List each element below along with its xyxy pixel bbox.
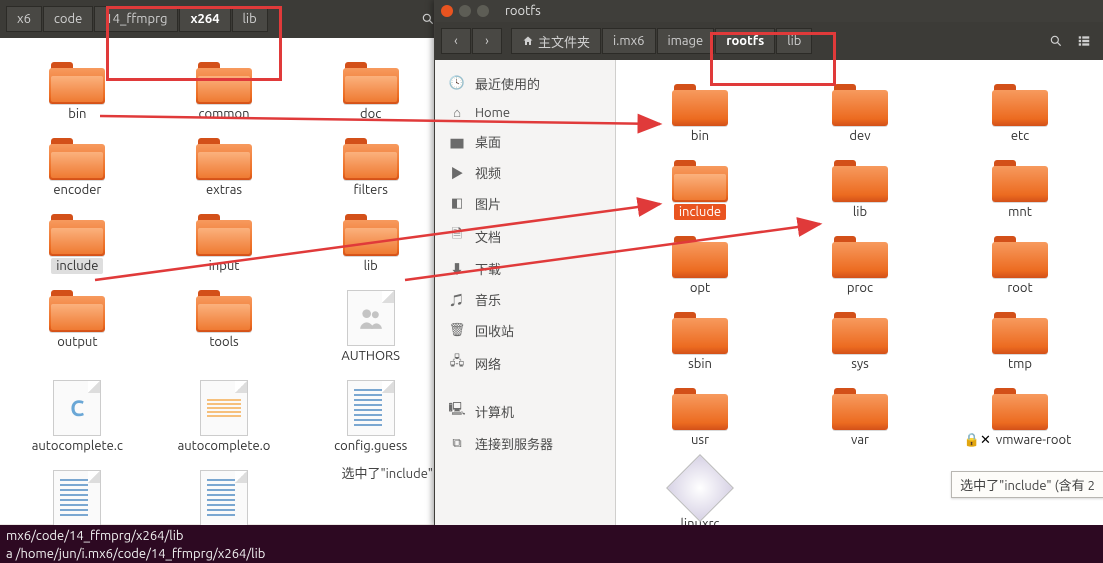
folder-encoder[interactable]: encoder: [4, 128, 151, 204]
folder-usr[interactable]: usr: [620, 378, 780, 454]
folder-lib[interactable]: lib: [780, 150, 940, 226]
crumb[interactable]: i.mx6: [602, 28, 655, 54]
window-x264: x6 code 14_ffmprg x264 lib bin common do…: [0, 0, 448, 524]
file-txt-1[interactable]: [4, 460, 151, 534]
folder-common[interactable]: common: [151, 52, 298, 128]
file-grid-left: bin common doc encoder extras filters in…: [0, 38, 448, 524]
folder-include[interactable]: include: [620, 150, 780, 226]
file-autocomplete-o[interactable]: autocomplete.o: [151, 370, 298, 460]
toolbar-left: x6 code 14_ffmprg x264 lib: [0, 0, 448, 38]
toolbar-right: ‹ › 主文件夹 i.mx6 image rootfs lib: [435, 22, 1103, 60]
image-icon: ◧: [449, 196, 465, 211]
sidebar-trash[interactable]: 🗑回收站: [435, 315, 615, 346]
folder-sys[interactable]: sys: [780, 302, 940, 378]
x-badge-icon: ✕: [980, 433, 991, 447]
home-crumb[interactable]: 主文件夹: [511, 28, 601, 54]
folder-proc[interactable]: proc: [780, 226, 940, 302]
folder-extras[interactable]: extras: [151, 128, 298, 204]
status-right: 选中了"include" (含有 2: [951, 471, 1103, 498]
crumb[interactable]: 14_ffmprg: [94, 6, 178, 32]
sidebar-computer[interactable]: 🖳计算机: [435, 394, 615, 428]
sidebar-network[interactable]: 🖧网络: [435, 346, 615, 380]
file-authors[interactable]: AUTHORS: [297, 280, 444, 370]
search-icon[interactable]: [1042, 28, 1070, 54]
forward-button[interactable]: ›: [472, 28, 502, 54]
file-txt-2[interactable]: [151, 460, 298, 534]
crumb[interactable]: code: [43, 6, 93, 32]
folder-lib[interactable]: lib: [297, 204, 444, 280]
crumb[interactable]: lib: [232, 6, 268, 32]
sidebar-recent[interactable]: 🕓最近使用的: [435, 68, 615, 99]
folder-root[interactable]: root: [940, 226, 1100, 302]
sidebar-downloads[interactable]: ⬇下载: [435, 253, 615, 284]
trash-icon: 🗑: [449, 323, 465, 338]
window-rootfs: rootfs ‹ › 主文件夹 i.mx6 image rootfs lib 🕓…: [434, 0, 1103, 526]
sidebar-music[interactable]: ♫音乐: [435, 284, 615, 315]
folder-bin[interactable]: bin: [4, 52, 151, 128]
folder-etc[interactable]: etc: [940, 74, 1100, 150]
terminal[interactable]: mx6/code/14_ffmprg/x264/lib a /home/jun/…: [0, 525, 1103, 563]
network-icon: 🖧: [449, 352, 465, 374]
server-icon: ⧉: [449, 436, 465, 451]
folder-mnt[interactable]: mnt: [940, 150, 1100, 226]
home-icon: ⌂: [449, 105, 465, 120]
crumb[interactable]: lib: [776, 28, 812, 54]
folder-tmp[interactable]: tmp: [940, 302, 1100, 378]
doc-icon: 🗎: [449, 225, 465, 247]
folder-dev[interactable]: dev: [780, 74, 940, 150]
crumb-current[interactable]: x264: [179, 6, 230, 32]
maximize-icon[interactable]: [477, 5, 489, 17]
folder-tools[interactable]: tools: [151, 280, 298, 370]
computer-icon: 🖳: [449, 400, 465, 422]
file-config-guess[interactable]: config.guess: [297, 370, 444, 460]
music-icon: ♫: [449, 290, 465, 309]
folder-vmware-root[interactable]: 🔒✕vmware-root: [940, 378, 1100, 454]
close-icon[interactable]: [441, 5, 453, 17]
folder-filters[interactable]: filters: [297, 128, 444, 204]
sidebar-connect-server[interactable]: ⧉连接到服务器: [435, 428, 615, 459]
titlebar: rootfs: [435, 0, 1103, 22]
places-sidebar: 🕓最近使用的 ⌂Home ▆桌面 ▶视频 ◧图片 🗎文档 ⬇下载 ♫音乐 🗑回收…: [435, 60, 616, 526]
sidebar-pictures[interactable]: ◧图片: [435, 188, 615, 219]
clock-icon: 🕓: [449, 76, 465, 91]
sidebar-documents[interactable]: 🗎文档: [435, 219, 615, 253]
folder-doc[interactable]: doc: [297, 52, 444, 128]
back-button[interactable]: ‹: [441, 28, 471, 54]
minimize-icon[interactable]: [459, 5, 471, 17]
video-icon: ▶: [449, 163, 465, 182]
download-icon: ⬇: [449, 259, 465, 278]
status-left: 选中了"include" (: [337, 461, 444, 484]
sidebar-desktop[interactable]: ▆桌面: [435, 126, 615, 157]
folder-input[interactable]: input: [151, 204, 298, 280]
crumb-current[interactable]: rootfs: [715, 28, 775, 54]
view-list-icon[interactable]: [1070, 28, 1098, 54]
file-autocomplete-c[interactable]: autocomplete.c: [4, 370, 151, 460]
folder-icon: ▆: [449, 132, 465, 151]
folder-bin[interactable]: bin: [620, 74, 780, 150]
folder-output[interactable]: output: [4, 280, 151, 370]
folder-include[interactable]: include: [4, 204, 151, 280]
lock-icon: 🔒: [964, 433, 980, 447]
sidebar-home[interactable]: ⌂Home: [435, 99, 615, 126]
folder-sbin[interactable]: sbin: [620, 302, 780, 378]
folder-opt[interactable]: opt: [620, 226, 780, 302]
crumb[interactable]: x6: [6, 6, 42, 32]
crumb[interactable]: image: [657, 28, 715, 54]
sidebar-video[interactable]: ▶视频: [435, 157, 615, 188]
folder-var[interactable]: var: [780, 378, 940, 454]
window-title: rootfs: [505, 4, 541, 18]
file-grid-right: bin dev etc include lib mnt opt proc roo…: [616, 60, 1103, 526]
